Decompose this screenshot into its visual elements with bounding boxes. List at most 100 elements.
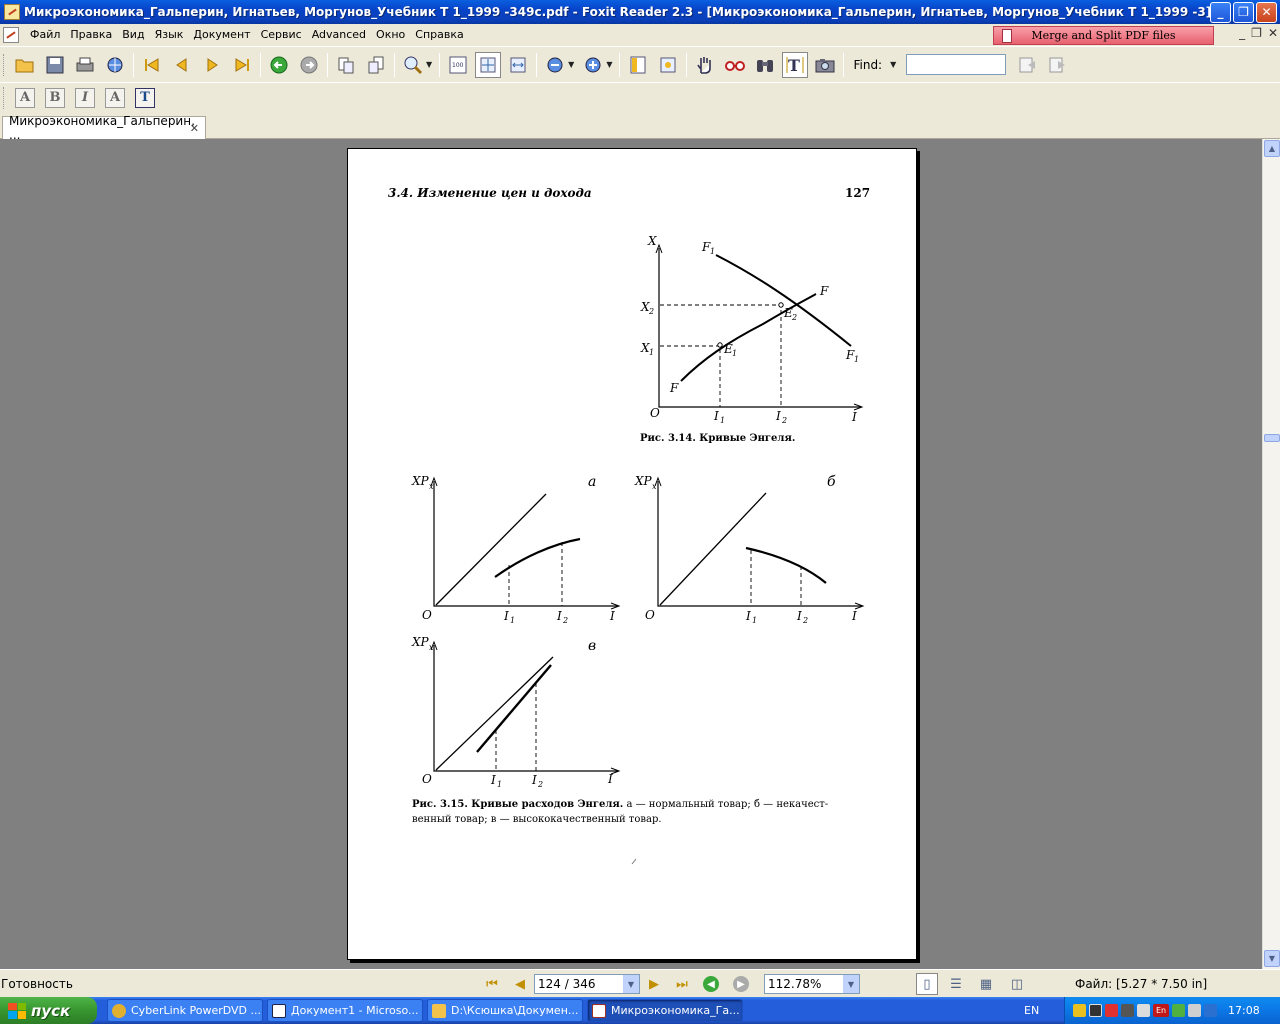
fig1-point-e2 [778, 302, 784, 308]
menu-view[interactable]: Вид [117, 24, 149, 46]
scroll-down-icon[interactable]: ▼ [1264, 950, 1280, 967]
full-screen-icon[interactable] [655, 52, 681, 78]
rotate-page-icon[interactable] [333, 52, 359, 78]
settings-tray-icon[interactable] [1121, 1004, 1134, 1017]
status-next-page-icon[interactable]: ▶ [643, 973, 665, 995]
fit-page-icon[interactable] [475, 51, 502, 78]
save-icon[interactable] [42, 52, 68, 78]
print-icon[interactable] [72, 52, 98, 78]
keyboard-tray-icon[interactable] [1137, 1004, 1150, 1017]
title-bar[interactable]: Микроэкономика_Гальперин, Игнатьев, Морг… [0, 0, 1280, 24]
panel-a-curve [494, 537, 581, 578]
zoom-out-icon[interactable] [542, 52, 568, 78]
zoom-field-dropdown-icon[interactable]: ▼ [843, 975, 859, 993]
panel-c-i2-sub: 2 [537, 780, 543, 789]
menu-language[interactable]: Язык [150, 24, 189, 46]
merge-split-ad-banner[interactable]: Merge and Split PDF files [993, 26, 1214, 45]
rotate-page-alt-icon[interactable] [363, 52, 389, 78]
input-language-indicator[interactable]: EN [1024, 1004, 1039, 1017]
vertical-scrollbar[interactable]: ▲ ▼ [1262, 139, 1280, 969]
taskbar-item-label: Микроэкономика_Га... [611, 1004, 740, 1017]
bookmarks-panel-icon[interactable] [625, 52, 651, 78]
status-last-page-icon[interactable]: ⏭ [671, 973, 693, 995]
select-text-glasses-icon[interactable] [722, 52, 748, 78]
snapshot-camera-icon[interactable] [812, 52, 838, 78]
start-button[interactable]: пуск [0, 997, 97, 1024]
connection-tray-icon[interactable] [1204, 1004, 1217, 1017]
keyboard-layout-tray[interactable]: En [1153, 1004, 1169, 1017]
text-select-tool-icon[interactable]: T [782, 51, 809, 78]
next-page-icon[interactable] [199, 52, 225, 78]
network-tray-icon[interactable] [1172, 1004, 1185, 1017]
taskbar-item-foxit[interactable]: Микроэкономика_Га... [587, 999, 743, 1022]
hand-tool-icon[interactable] [692, 52, 718, 78]
menu-file[interactable]: Файл [25, 24, 65, 46]
security-shield-icon[interactable] [1073, 1004, 1086, 1017]
font-color-icon[interactable]: A [105, 87, 125, 108]
facing-layout-icon[interactable]: ▦ [975, 973, 997, 995]
continuous-layout-icon[interactable]: ☰ [945, 973, 967, 995]
document-viewport[interactable]: 3.4. Изменение цен и дохода 127 X O I X … [0, 139, 1262, 969]
find-binoculars-icon[interactable] [752, 52, 778, 78]
italic-icon[interactable]: I [75, 87, 95, 108]
find-input[interactable] [906, 54, 1007, 75]
taskbar-item-explorer[interactable]: D:\Ксюшка\Докумен... [427, 999, 583, 1022]
doc-minimize-button[interactable]: _ [1239, 26, 1245, 40]
scroll-up-icon[interactable]: ▲ [1264, 140, 1280, 157]
status-back-icon[interactable]: ◀ [703, 976, 719, 992]
single-page-layout-icon[interactable]: ▯ [916, 973, 938, 995]
first-page-icon[interactable] [139, 52, 165, 78]
page-number-field[interactable]: 124 / 346 ▼ [534, 974, 640, 994]
actual-size-icon[interactable]: 100 [445, 52, 471, 78]
find-next-icon[interactable] [1044, 52, 1070, 78]
zoom-tool-icon[interactable] [400, 52, 426, 78]
menu-service[interactable]: Сервис [256, 24, 307, 46]
zoom-field[interactable]: 112.78% ▼ [764, 974, 860, 994]
menu-help[interactable]: Справка [410, 24, 468, 46]
menu-edit[interactable]: Правка [65, 24, 117, 46]
fit-width-icon[interactable] [505, 52, 531, 78]
continuous-facing-layout-icon[interactable]: ◫ [1006, 973, 1028, 995]
typewriter-icon[interactable]: T [135, 87, 155, 108]
taskbar-item-powerdvd[interactable]: CyberLink PowerDVD ... [107, 999, 263, 1022]
scroll-thumb[interactable] [1264, 434, 1280, 442]
maximize-button[interactable]: ❐ [1233, 1, 1254, 23]
toolbar-grip[interactable] [3, 86, 6, 109]
zoom-dropdown-icon[interactable]: ▼ [426, 60, 432, 69]
panel-a-labels: XP x а O I I 1 I 2 [411, 474, 615, 625]
menu-document[interactable]: Документ [188, 24, 255, 46]
antivirus-icon[interactable] [1105, 1004, 1118, 1017]
tab-document[interactable]: Микроэкономика_Гальперин, ... ✕ [2, 114, 206, 142]
bold-icon[interactable]: B [45, 87, 65, 108]
menu-window[interactable]: Окно [371, 24, 410, 46]
find-previous-icon[interactable] [1014, 52, 1040, 78]
taskbar-item-word[interactable]: Документ1 - Microso... [267, 999, 423, 1022]
page-dropdown-icon[interactable]: ▼ [623, 975, 639, 993]
find-options-dropdown-icon[interactable]: ▼ [890, 60, 896, 69]
email-globe-icon[interactable] [102, 52, 128, 78]
tab-close-icon[interactable]: ✕ [190, 122, 199, 135]
last-page-icon[interactable] [229, 52, 255, 78]
zoom-out-dropdown-icon[interactable]: ▼ [568, 60, 574, 69]
close-button[interactable]: ✕ [1256, 1, 1277, 23]
minimize-button[interactable]: _ [1210, 1, 1231, 23]
open-folder-icon[interactable] [12, 52, 38, 78]
status-forward-icon[interactable]: ▶ [733, 976, 749, 992]
text-box-icon[interactable]: A [15, 87, 35, 108]
menu-advanced[interactable]: Advanced [307, 24, 371, 46]
previous-page-icon[interactable] [169, 52, 195, 78]
doc-close-button[interactable]: ✕ [1268, 26, 1278, 40]
window-title: Микроэкономика_Гальперин, Игнатьев, Морг… [24, 5, 1210, 19]
go-back-icon[interactable] [266, 52, 292, 78]
panel-b-letter: б [827, 474, 836, 490]
doc-restore-button[interactable]: ❐ [1251, 26, 1262, 40]
media-icon[interactable] [1089, 1004, 1102, 1017]
zoom-in-dropdown-icon[interactable]: ▼ [606, 60, 612, 69]
go-forward-icon[interactable] [296, 52, 322, 78]
status-previous-page-icon[interactable]: ◀ [509, 973, 531, 995]
toolbar-grip[interactable] [3, 53, 6, 76]
document-menu-icon[interactable] [3, 27, 19, 43]
volume-tray-icon[interactable] [1188, 1004, 1201, 1017]
status-first-page-icon[interactable]: ⏮ [481, 973, 503, 995]
zoom-in-icon[interactable] [580, 52, 606, 78]
